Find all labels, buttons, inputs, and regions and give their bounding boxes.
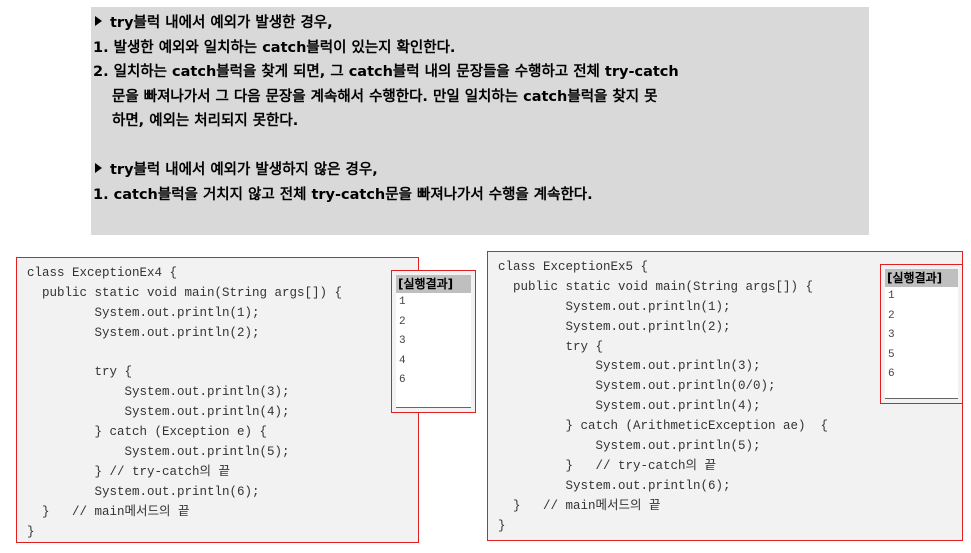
- code-listing: class ExceptionEx5 { public static void …: [498, 258, 828, 536]
- result-box-example1: [실행결과] 1 2 3 4 6: [391, 270, 476, 413]
- result-line: 6: [399, 374, 406, 386]
- result-line: 4: [399, 354, 406, 367]
- code-line: }: [498, 518, 506, 533]
- code-line: System.out.println(6);: [27, 484, 260, 499]
- code-line: System.out.println(2);: [498, 319, 731, 334]
- result-title: [실행결과]: [885, 269, 958, 287]
- no-exception-heading-line: try블럭 내에서 예외가 발생하지 않은 경우,: [93, 158, 869, 183]
- result-line: 3: [888, 329, 895, 341]
- code-line: class ExceptionEx4 {: [27, 266, 178, 280]
- code-line: System.out.println(0/0);: [498, 379, 776, 394]
- code-line: System.out.println(1);: [498, 299, 731, 314]
- no-exception-heading: try블럭 내에서 예외가 발생하지 않은 경우,: [110, 161, 378, 178]
- catch-case-heading-line: try블럭 내에서 예외가 발생한 경우,: [93, 11, 869, 36]
- rule-item: 1. catch블럭을 거치지 않고 전체 try-catch문을 빠져나가서 …: [93, 186, 593, 203]
- code-line: public static void main(String args[]) {: [27, 285, 343, 300]
- code-line: } // main메서드의 끝: [498, 498, 661, 513]
- rule-item: 1. 발생한 예외와 일치하는 catch블럭이 있는지 확인한다.: [93, 39, 456, 56]
- code-line: } catch (ArithmeticException ae) {: [498, 419, 829, 434]
- code-line: try {: [498, 339, 604, 354]
- code-line: System.out.println(5);: [27, 445, 290, 460]
- code-line: }: [27, 524, 35, 539]
- rule-item: 문을 빠져나가서 그 다음 문장을 계속해서 수행한다. 만일 일치하는 cat…: [112, 88, 658, 105]
- result-panel: [실행결과] 1 2 3 5 6: [885, 269, 958, 399]
- code-line: System.out.println(3);: [498, 359, 761, 374]
- rule-item: 하면, 예외는 처리되지 못한다.: [112, 113, 299, 130]
- result-line: 5: [888, 348, 895, 361]
- result-line: 2: [399, 315, 406, 328]
- result-line: 3: [399, 335, 406, 347]
- code-line: } // main메서드의 끝: [27, 504, 190, 519]
- code-line: public static void main(String args[]) {: [498, 279, 814, 294]
- code-line: System.out.println(1);: [27, 305, 260, 320]
- code-line: System.out.println(2);: [27, 325, 260, 340]
- result-panel: [실행결과] 1 2 3 4 6: [396, 275, 471, 408]
- rule-item: 2. 일치하는 catch블럭을 찾게 되면, 그 catch블럭 내의 문장들…: [93, 64, 679, 81]
- result-line: 6: [888, 368, 895, 380]
- result-line: 2: [888, 309, 895, 322]
- code-line: try {: [27, 365, 133, 380]
- code-listing: class ExceptionEx4 { public static void …: [27, 264, 342, 542]
- result-box-example2: [실행결과] 1 2 3 5 6: [880, 264, 963, 404]
- code-line: System.out.println(4);: [498, 399, 761, 414]
- code-line: } catch (Exception e) {: [27, 425, 268, 440]
- code-line: System.out.println(5);: [498, 439, 761, 454]
- result-divider: [885, 398, 958, 399]
- code-line: System.out.println(3);: [27, 385, 290, 400]
- result-line: 1: [399, 296, 406, 308]
- code-line: System.out.println(4);: [27, 405, 290, 420]
- result-divider: [396, 407, 471, 408]
- code-line: System.out.println(6);: [498, 478, 731, 493]
- catch-case-heading: try블럭 내에서 예외가 발생한 경우,: [110, 15, 333, 31]
- code-line: } // try-catch의 끝: [498, 458, 717, 473]
- code-line: class ExceptionEx5 {: [498, 260, 649, 274]
- triangle-bullet-icon: [95, 162, 102, 173]
- code-line: } // try-catch의 끝: [27, 464, 231, 479]
- code-box-example1: class ExceptionEx4 { public static void …: [16, 257, 419, 543]
- result-line: 1: [888, 290, 895, 302]
- triangle-bullet-icon: [95, 16, 102, 26]
- rules-panel: try블럭 내에서 예외가 발생한 경우, 1. 발생한 예외와 일치하는 ca…: [91, 7, 869, 235]
- result-title: [실행결과]: [396, 275, 471, 293]
